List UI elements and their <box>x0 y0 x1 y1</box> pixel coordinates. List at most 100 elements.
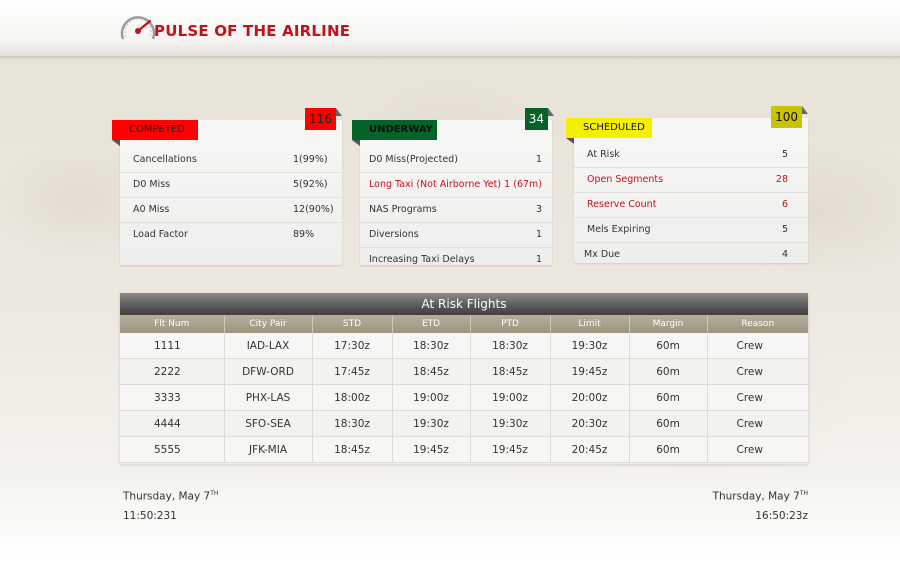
cell-flt-num: 1111 <box>120 333 225 359</box>
list-item: Mx Due 4 <box>574 243 808 267</box>
left-date: Thursday, May 7TH <box>123 490 218 503</box>
cell-limit: 19:30z <box>550 333 630 359</box>
row-value: 5 <box>781 224 788 235</box>
row-value: 5 <box>781 149 788 160</box>
table-row[interactable]: 1111 IAD-LAX 17:30z 18:30z 18:30z 19:30z… <box>120 333 808 359</box>
row-value: 1(99%) <box>293 154 328 165</box>
row-value: 1 <box>535 154 542 165</box>
left-time: 11:50:231 <box>123 509 177 522</box>
cell-margin: 60m <box>629 333 708 359</box>
scheduled-panel: SCHEDULED 100 At Risk 5 Open Segments 28 R… <box>566 106 808 263</box>
row-label: Increasing Taxi Delays <box>369 254 475 265</box>
left-date-suffix: TH <box>210 490 219 497</box>
underway-count-badge: 34 <box>524 108 555 130</box>
list-item: Load Factor 89% <box>120 223 342 247</box>
column-header-etd[interactable]: ETD <box>392 315 471 333</box>
table-row[interactable]: 5555 JFK-MIA 18:45z 19:45z 19:45z 20:45z… <box>120 436 808 463</box>
cell-margin: 60m <box>629 436 708 463</box>
completed-rows: Cancellations 1(99%) D0 Miss 5(92%) A0 Mis… <box>120 148 342 247</box>
list-item: D0 Miss 5(92%) <box>120 173 342 198</box>
underway-panel: UNDERWAY 34 D0 Miss(Projected) 1 Long Tax… <box>352 108 555 265</box>
cell-city-pair: JFK-MIA <box>224 436 313 463</box>
row-label: Reserve Count <box>587 199 657 210</box>
cell-margin: 60m <box>629 358 708 385</box>
app-header: PULSE OF THE AIRLINE <box>0 0 900 57</box>
cell-reason: Crew <box>707 358 808 385</box>
cell-margin: 60m <box>629 410 708 437</box>
row-value: 1 (67m) <box>504 179 542 190</box>
list-item: NAS Programs 3 <box>360 198 552 223</box>
table-row[interactable]: 2222 DFW-ORD 17:45z 18:45z 18:45z 19:45z… <box>120 358 808 385</box>
speedometer-icon <box>120 16 156 40</box>
list-item: Mels Expiring 5 <box>574 218 808 243</box>
scheduled-count-badge: 100 <box>771 106 808 128</box>
cell-reason: Crew <box>707 410 808 437</box>
row-value: 3 <box>535 204 542 215</box>
row-value: 4 <box>781 249 788 260</box>
row-value: 28 <box>775 174 788 185</box>
table-header-row: Flt Num City Pair STD ETD PTD Limit Marg… <box>120 315 808 333</box>
completed-panel: COMPETED 116 Cancellations 1(99%) D0 Miss… <box>112 108 342 265</box>
table-row[interactable]: 4444 SFO-SEA 18:30z 19:30z 19:30z 20:30z… <box>120 410 808 437</box>
underway-rows: D0 Miss(Projected) 1 Long Taxi (Not Airbo… <box>360 148 552 272</box>
row-label: Cancellations <box>133 154 197 165</box>
cell-flt-num: 4444 <box>120 410 225 437</box>
cell-city-pair: IAD-LAX <box>224 333 313 359</box>
row-label: Diversions <box>369 229 419 240</box>
cell-etd: 18:30z <box>392 333 471 359</box>
list-item: Increasing Taxi Delays 1 <box>360 248 552 272</box>
column-header-margin[interactable]: Margin <box>629 315 708 333</box>
table-row[interactable]: 3333 PHX-LAS 18:00z 19:00z 19:00z 20:00z… <box>120 384 808 411</box>
row-value: 1 <box>535 229 542 240</box>
scheduled-tab-label: SCHEDULED <box>566 118 652 144</box>
list-item: Reserve Count 6 <box>574 193 808 218</box>
row-label: Load Factor <box>133 229 188 240</box>
column-header-limit[interactable]: Limit <box>550 315 630 333</box>
list-item: Diversions 1 <box>360 223 552 248</box>
row-label: A0 Miss <box>133 204 170 215</box>
cell-ptd: 19:30z <box>470 410 551 437</box>
underway-tab-label: UNDERWAY <box>352 120 437 146</box>
cell-std: 17:30z <box>312 333 393 359</box>
cell-flt-num: 3333 <box>120 384 225 411</box>
cell-etd: 18:45z <box>392 358 471 385</box>
list-item: At Risk 5 <box>574 143 808 168</box>
completed-count-badge: 116 <box>305 108 342 130</box>
right-date-suffix: TH <box>799 490 808 497</box>
column-header-reason[interactable]: Reason <box>707 315 808 333</box>
row-label: Mx Due <box>584 249 621 260</box>
cell-city-pair: SFO-SEA <box>224 410 313 437</box>
column-header-flt-num[interactable]: Flt Num <box>120 315 225 333</box>
list-item: D0 Miss(Projected) 1 <box>360 148 552 173</box>
cell-ptd: 18:30z <box>470 333 551 359</box>
left-date-text: Thursday, May 7 <box>123 490 211 503</box>
column-header-city-pair[interactable]: City Pair <box>224 315 313 333</box>
column-header-ptd[interactable]: PTD <box>470 315 551 333</box>
cell-etd: 19:30z <box>392 410 471 437</box>
cell-margin: 60m <box>629 384 708 411</box>
app-title: PULSE OF THE AIRLINE <box>154 22 351 40</box>
row-value: 6 <box>781 199 788 210</box>
row-label: At Risk <box>587 149 620 160</box>
cell-reason: Crew <box>707 333 808 359</box>
table-title: At Risk Flights <box>120 293 808 315</box>
cell-city-pair: PHX-LAS <box>224 384 313 411</box>
right-clock: Thursday, May 7TH 16:50:23z <box>713 490 808 522</box>
list-item: Long Taxi (Not Airborne Yet) 1 (67m) <box>360 173 552 198</box>
cell-city-pair: DFW-ORD <box>224 358 313 385</box>
cell-std: 17:45z <box>312 358 393 385</box>
cell-reason: Crew <box>707 384 808 411</box>
row-label: D0 Miss(Projected) <box>369 154 458 165</box>
list-item: A0 Miss 12(90%) <box>120 198 342 223</box>
cell-std: 18:00z <box>312 384 393 411</box>
cell-etd: 19:00z <box>392 384 471 411</box>
row-label: NAS Programs <box>369 204 437 215</box>
right-date-text: Thursday, May 7 <box>712 490 800 503</box>
flights-grid: Flt Num City Pair STD ETD PTD Limit Marg… <box>120 315 808 463</box>
row-value: 12(90%) <box>293 204 334 215</box>
column-header-std[interactable]: STD <box>312 315 393 333</box>
cell-limit: 20:00z <box>550 384 630 411</box>
row-value: 5(92%) <box>293 179 328 190</box>
cell-ptd: 19:00z <box>470 384 551 411</box>
row-value: 1 <box>535 254 542 265</box>
